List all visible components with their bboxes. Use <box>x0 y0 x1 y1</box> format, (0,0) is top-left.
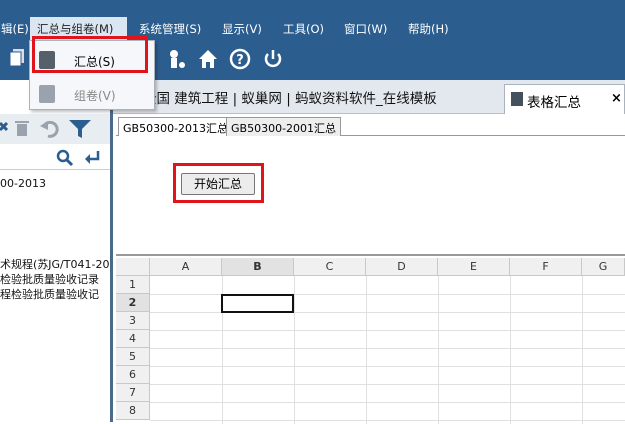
column-header[interactable]: G <box>582 258 625 276</box>
menu-edit[interactable]: 辑(E) <box>1 21 29 37</box>
close-icon[interactable] <box>0 120 10 138</box>
left-panel: 00-2013 术规程(苏JG/T041-20 检验批质量验收记录 程检验批质量… <box>0 80 113 422</box>
tab-gb50300-2001[interactable]: GB50300-2001汇总 <box>226 117 342 136</box>
column-header[interactable]: C <box>294 258 366 276</box>
highlight-box-start <box>173 163 264 203</box>
row-header[interactable]: 8 <box>116 402 150 420</box>
document-icon <box>511 92 523 106</box>
menu-help[interactable]: 帮助(H) <box>408 21 449 37</box>
tree-item[interactable]: 检验批质量验收记录 <box>0 271 99 287</box>
menu-summary-label: 汇总与组卷(M) <box>37 22 114 36</box>
power-icon[interactable] <box>262 48 284 70</box>
copy-icon[interactable] <box>6 48 28 70</box>
home-icon[interactable] <box>197 48 219 70</box>
standard-code: 00-2013 <box>0 177 46 190</box>
trash-icon[interactable] <box>13 118 31 138</box>
column-header[interactable]: F <box>510 258 582 276</box>
menu-tools[interactable]: 工具(O) <box>283 21 324 37</box>
document-tabs: 全国 建筑工程 | 蚁巢网 | 蚂蚁资料软件_在线模板 表格汇总 × <box>113 80 625 114</box>
tab-template-title[interactable]: 全国 建筑工程 | 蚁巢网 | 蚂蚁资料软件_在线模板 <box>143 87 437 107</box>
enter-icon[interactable] <box>84 150 102 166</box>
grid-line <box>510 276 511 424</box>
tab-table-summary-label: 表格汇总 <box>527 95 581 111</box>
help-icon[interactable]: ? <box>229 48 251 70</box>
grid-line <box>294 276 295 424</box>
column-header[interactable]: A <box>150 258 222 276</box>
svg-text:?: ? <box>236 53 244 68</box>
tree-item[interactable]: 程检验批质量验收记 <box>0 286 99 302</box>
menu-view[interactable]: 显示(V) <box>222 21 262 37</box>
row-header[interactable]: 4 <box>116 330 150 348</box>
row-header[interactable]: 3 <box>116 312 150 330</box>
grid-corner[interactable] <box>116 258 150 276</box>
document-icon <box>39 85 55 103</box>
row-header[interactable]: 5 <box>116 348 150 366</box>
search-bar[interactable] <box>0 146 110 170</box>
search-icon[interactable] <box>56 149 74 167</box>
left-toolbar <box>0 114 110 144</box>
close-icon[interactable]: × <box>611 91 622 106</box>
row-header[interactable]: 6 <box>116 366 150 384</box>
column-header[interactable]: B <box>222 258 294 276</box>
selected-cell[interactable] <box>221 294 294 313</box>
summary-subtabs: GB50300-2013汇总 GB50300-2001汇总 <box>116 114 625 136</box>
spreadsheet-grid: A B C D E F G 1 2 3 4 5 6 7 8 <box>116 254 625 424</box>
tree-item[interactable]: 术规程(苏JG/T041-20 <box>0 256 109 272</box>
user-key-icon[interactable] <box>166 48 188 70</box>
grid-line <box>582 276 583 424</box>
menu-bar: 辑(E) 汇总与组卷(M) 系统管理(S) 显示(V) 工具(O) 窗口(W) … <box>0 0 625 40</box>
grid-line <box>366 276 367 424</box>
column-header[interactable]: D <box>366 258 438 276</box>
filter-icon[interactable] <box>68 119 92 139</box>
row-header[interactable]: 1 <box>116 276 150 294</box>
column-header[interactable]: E <box>438 258 510 276</box>
dropdown-item-volume[interactable]: 组卷(V) <box>30 78 154 110</box>
menu-system[interactable]: 系统管理(S) <box>139 21 201 37</box>
undo-icon[interactable] <box>40 118 60 138</box>
menu-window[interactable]: 窗口(W) <box>344 21 387 37</box>
highlight-box-summary <box>32 36 148 73</box>
grid-line <box>438 276 439 424</box>
tab-table-summary[interactable]: 表格汇总 × <box>504 84 625 114</box>
row-header[interactable]: 2 <box>116 294 150 312</box>
dropdown-item-volume-label: 组卷(V) <box>74 89 116 103</box>
row-header[interactable]: 7 <box>116 384 150 402</box>
tab-gb50300-2013[interactable]: GB50300-2013汇总 <box>118 117 234 136</box>
